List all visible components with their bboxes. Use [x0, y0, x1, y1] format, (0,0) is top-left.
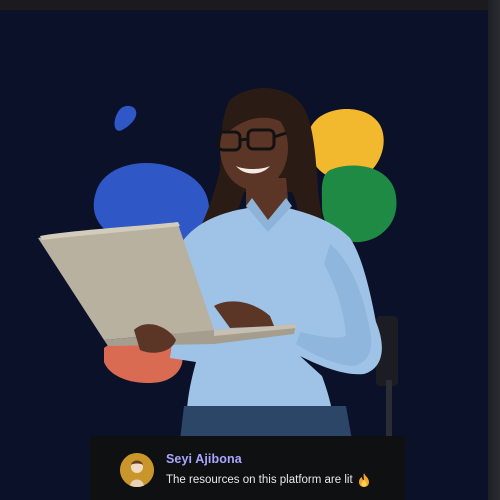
testimonial-quote-row: The resources on this platform are lit [166, 473, 370, 487]
pants [180, 406, 352, 440]
right-edge-frame [488, 0, 500, 500]
testimonial-quote: The resources on this platform are lit [166, 474, 353, 486]
testimonial-card: Seyi Ajibona The resources on this platf… [90, 436, 405, 500]
hero-banner: Seyi Ajibona The resources on this platf… [0, 0, 500, 500]
blue-dot-blob [114, 105, 137, 131]
testimonial-author: Seyi Ajibona [166, 452, 242, 466]
fire-icon [358, 473, 369, 487]
chair-leg [386, 380, 392, 438]
hero-illustration [38, 88, 398, 440]
avatar [120, 453, 154, 487]
person-avatar-icon [120, 453, 154, 487]
